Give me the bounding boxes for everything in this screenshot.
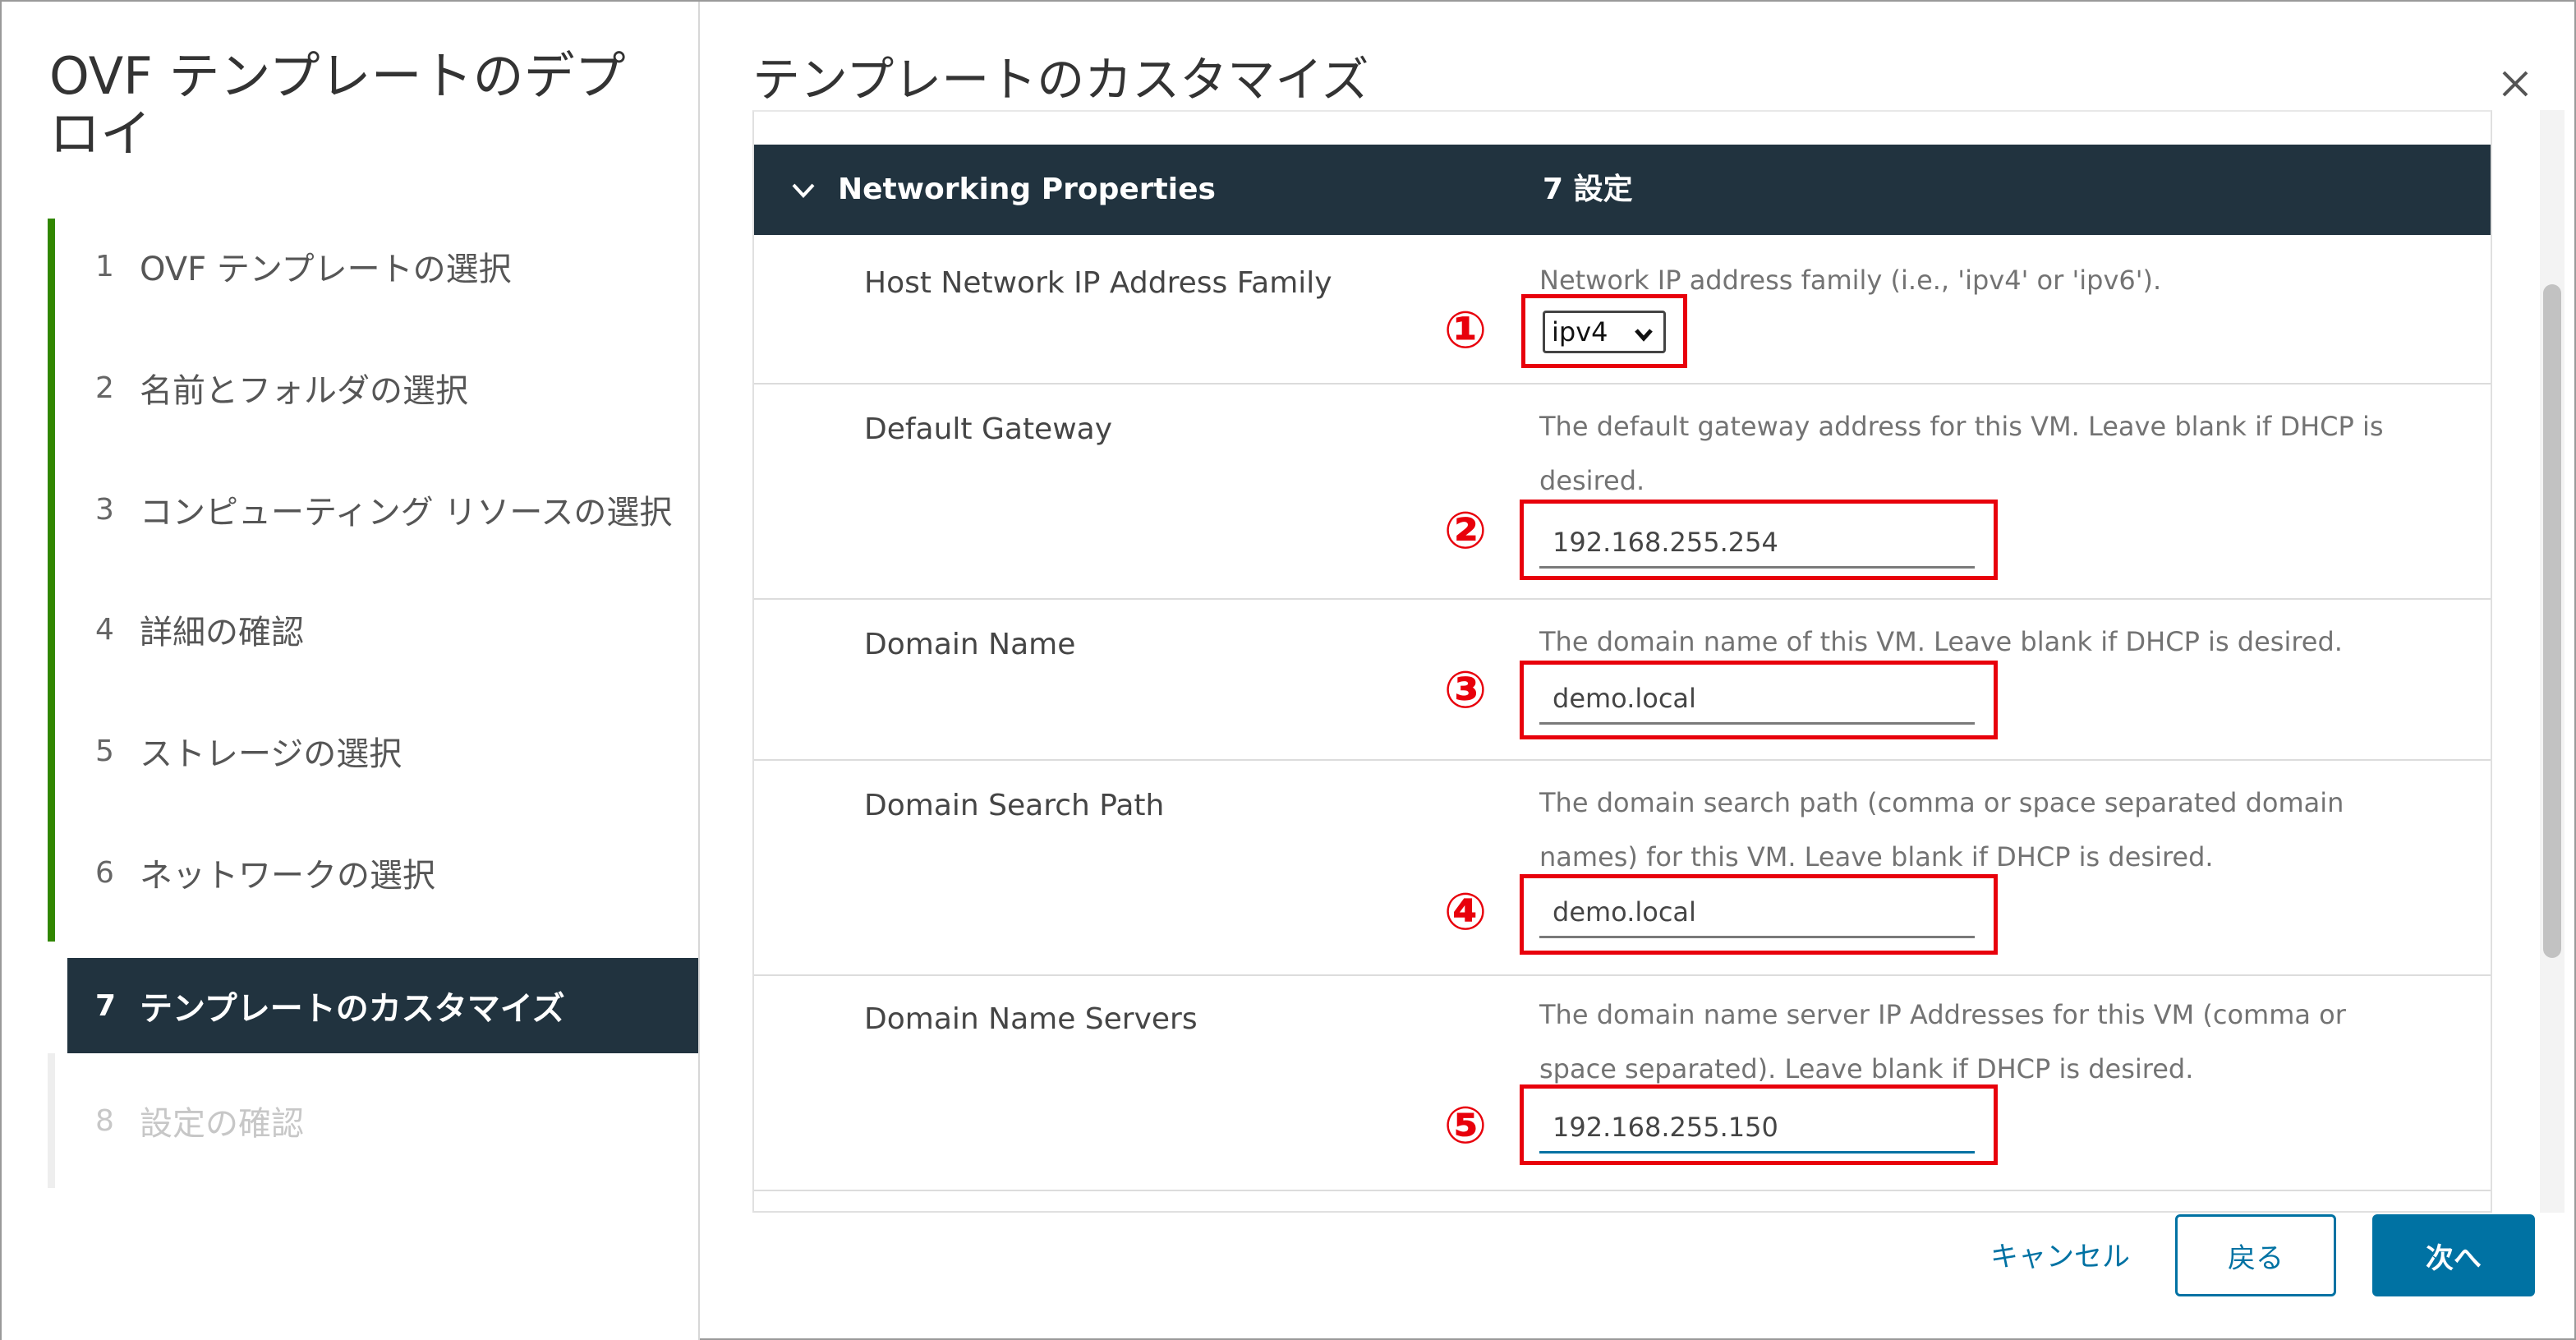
step-label: ネットワークの選択 [140, 857, 435, 895]
wizard-sidebar: OVF テンプレートのデプロイ 1 OVF テンプレートの選択 2 名前とフォル… [2, 2, 700, 1340]
next-button[interactable]: 次へ [2372, 1214, 2535, 1296]
description-line: The default gateway address for this VM.… [1539, 411, 2384, 442]
annotation-box-4 [1520, 874, 1998, 955]
annotation-number-3: ③ [1443, 660, 1488, 720]
scrollbar-thumb[interactable] [2543, 284, 2561, 958]
property-label: Domain Name [864, 628, 1076, 661]
wizard-step-3[interactable]: 3 コンピューティング リソースの選択 [67, 462, 698, 557]
step-label: 設定の確認 [140, 1105, 304, 1143]
close-button[interactable] [2491, 59, 2540, 108]
property-label: Domain Name Servers [864, 1002, 1198, 1036]
wizard-title: OVF テンプレートのデプロイ [49, 46, 626, 163]
annotation-box-5 [1520, 1084, 1998, 1165]
wizard-step-8: 8 設定の確認 [67, 1073, 698, 1168]
section-count: 7 設定 [1543, 173, 1633, 206]
wizard-step-7-active[interactable]: 7 テンプレートのカスタマイズ [67, 958, 698, 1053]
annotation-number-1: ① [1443, 300, 1488, 360]
steps-remaining-rail [48, 1053, 55, 1188]
section-title: Networking Properties [838, 173, 1216, 206]
step-number: 3 [95, 492, 114, 527]
step-label: テンプレートのカスタマイズ [140, 990, 565, 1028]
page-title: テンプレートのカスタマイズ [752, 52, 1369, 108]
annotation-number-4: ④ [1443, 882, 1488, 942]
annotation-box-3 [1520, 661, 1998, 739]
deploy-ovf-dialog: OVF テンプレートのデプロイ 1 OVF テンプレートの選択 2 名前とフォル… [0, 0, 2576, 1340]
step-number: 5 [95, 734, 114, 768]
annotation-box-2 [1520, 500, 1998, 580]
section-header-networking[interactable]: Networking Properties 7 設定 [754, 145, 2491, 235]
wizard-step-6[interactable]: 6 ネットワークの選択 [67, 825, 698, 920]
property-label: Host Network IP Address Family [864, 266, 1332, 300]
description-line: The domain search path (comma or space s… [1539, 787, 2344, 818]
step-number: 6 [95, 855, 114, 890]
step-label: ストレージの選択 [140, 735, 402, 773]
step-number: 8 [95, 1103, 114, 1138]
annotation-number-5: ⑤ [1443, 1095, 1488, 1155]
property-description: The default gateway address for this VM.… [1539, 399, 2459, 508]
wizard-step-4[interactable]: 4 詳細の確認 [67, 582, 698, 677]
close-icon [2502, 71, 2528, 97]
property-description: The domain name server IP Addresses for … [1539, 988, 2459, 1096]
wizard-step-2[interactable]: 2 名前とフォルダの選択 [67, 340, 698, 435]
cancel-button[interactable]: キャンセル [1970, 1213, 2150, 1295]
property-description: The domain search path (comma or space s… [1539, 776, 2459, 884]
back-button[interactable]: 戻る [2175, 1214, 2336, 1296]
annotation-box-1 [1521, 294, 1687, 368]
step-label: 名前とフォルダの選択 [140, 372, 468, 410]
annotation-number-2: ② [1443, 500, 1488, 560]
step-number: 7 [95, 988, 117, 1023]
steps-progress-rail [48, 219, 55, 942]
wizard-step-5[interactable]: 5 ストレージの選択 [67, 703, 698, 799]
chevron-down-icon [792, 183, 815, 198]
step-number: 4 [95, 612, 114, 647]
description-line: The domain name server IP Addresses for … [1539, 999, 2346, 1030]
step-label: コンピューティング リソースの選択 [140, 494, 673, 532]
step-label: OVF テンプレートの選択 [140, 251, 512, 288]
property-label: Domain Search Path [864, 789, 1165, 822]
property-label: Default Gateway [864, 412, 1113, 446]
step-label: 詳細の確認 [140, 614, 304, 652]
step-number: 1 [95, 249, 114, 283]
step-number: 2 [95, 371, 114, 405]
scroll-top-gap [754, 112, 2491, 145]
wizard-step-1[interactable]: 1 OVF テンプレートの選択 [67, 219, 698, 314]
